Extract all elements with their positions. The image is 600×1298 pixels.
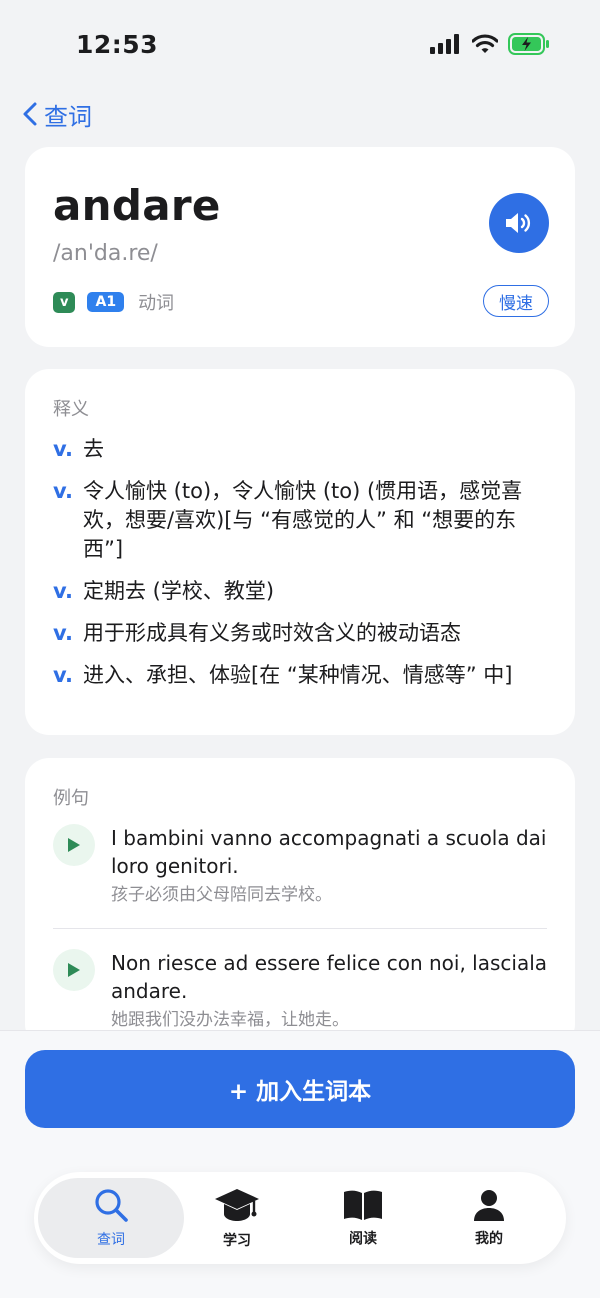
tab-label: 学习 <box>223 1233 251 1249</box>
level-tag: A1 <box>87 292 125 312</box>
phonetic: /an'da.re/ <box>53 241 158 266</box>
definition-item: v. 定期去 (学校、教堂) <box>53 577 547 606</box>
definition-pos: v. <box>53 579 73 603</box>
back-label: 查词 <box>44 102 92 131</box>
examples-label: 例句 <box>53 788 89 809</box>
example-sentence: I bambini vanno accompagnati a scuola da… <box>111 826 547 878</box>
definition-pos: v. <box>53 621 73 645</box>
example-item: I bambini vanno accompagnati a scuola da… <box>53 824 547 928</box>
chevron-left-icon <box>23 102 37 126</box>
screen: 12:53 查词 andare /an'da.re/ v A1 动词 慢速 释义… <box>0 0 600 1298</box>
book-icon <box>344 1190 382 1220</box>
play-icon <box>68 838 80 852</box>
tab-profile[interactable]: 我的 <box>416 1178 562 1258</box>
example-play-button[interactable] <box>53 824 95 866</box>
play-icon <box>68 963 80 977</box>
definition-text: 用于形成具有义务或时效含义的被动语态 <box>83 621 461 645</box>
tab-label: 查词 <box>97 1232 125 1248</box>
definition-text: 进入、承担、体验[在 “某种情况、情感等” 中] <box>83 663 513 687</box>
definition-item: v. 令人愉快 (to)，令人愉快 (to) (惯用语，感觉喜欢，想要/喜欢)[… <box>53 477 547 564</box>
definition-text: 令人愉快 (to)，令人愉快 (to) (惯用语，感觉喜欢，想要/喜欢)[与 “… <box>83 479 523 561</box>
status-bar: 12:53 <box>0 0 600 88</box>
definition-item: v. 去 <box>53 435 547 464</box>
person-icon <box>474 1190 504 1221</box>
definition-text: 去 <box>83 437 104 461</box>
status-time: 12:53 <box>76 30 159 59</box>
slow-speed-button[interactable]: 慢速 <box>483 285 549 317</box>
tab-reading[interactable]: 阅读 <box>290 1178 436 1258</box>
example-play-button[interactable] <box>53 949 95 991</box>
word-card: andare /an'da.re/ v A1 动词 慢速 <box>25 147 575 347</box>
pronounce-button[interactable] <box>489 193 549 253</box>
definition-pos: v. <box>53 663 73 687</box>
cellular-signal-icon <box>430 34 459 54</box>
back-button[interactable]: 查词 <box>20 96 92 132</box>
definitions-label: 释义 <box>53 399 89 420</box>
example-translation: 孩子必须由父母陪同去学校。 <box>111 885 332 905</box>
add-to-wordbook-button[interactable]: + 加入生词本 <box>25 1050 575 1128</box>
tab-label: 我的 <box>475 1231 503 1247</box>
pos-tag: v <box>53 291 76 313</box>
tab-label: 阅读 <box>349 1231 377 1247</box>
tab-study[interactable]: 学习 <box>164 1178 310 1258</box>
tab-bar: 查词 学习 阅读 我的 <box>34 1172 566 1264</box>
graduation-cap-icon <box>215 1189 259 1221</box>
battery-charging-icon <box>508 33 549 55</box>
headword: andare <box>53 181 221 230</box>
examples-card: 例句 I bambini vanno accompagnati a scuola… <box>25 758 575 1048</box>
definition-pos: v. <box>53 437 73 461</box>
definition-item: v. 进入、承担、体验[在 “某种情况、情感等” 中] <box>53 661 547 690</box>
definition-pos: v. <box>53 479 73 503</box>
word-tags: v A1 动词 <box>53 289 174 315</box>
status-icons <box>430 33 550 55</box>
definition-text: 定期去 (学校、教堂) <box>83 579 275 603</box>
example-sentence: Non riesce ad essere felice con noi, las… <box>111 951 548 1003</box>
search-icon <box>95 1189 128 1222</box>
definition-item: v. 用于形成具有义务或时效含义的被动语态 <box>53 619 547 648</box>
definitions-card: 释义 v. 去 v. 令人愉快 (to)，令人愉快 (to) (惯用语，感觉喜欢… <box>25 369 575 735</box>
wifi-icon <box>472 34 498 53</box>
tab-search[interactable]: 查词 <box>38 1178 184 1258</box>
pos-text: 动词 <box>138 293 175 314</box>
speaker-icon <box>506 213 531 233</box>
